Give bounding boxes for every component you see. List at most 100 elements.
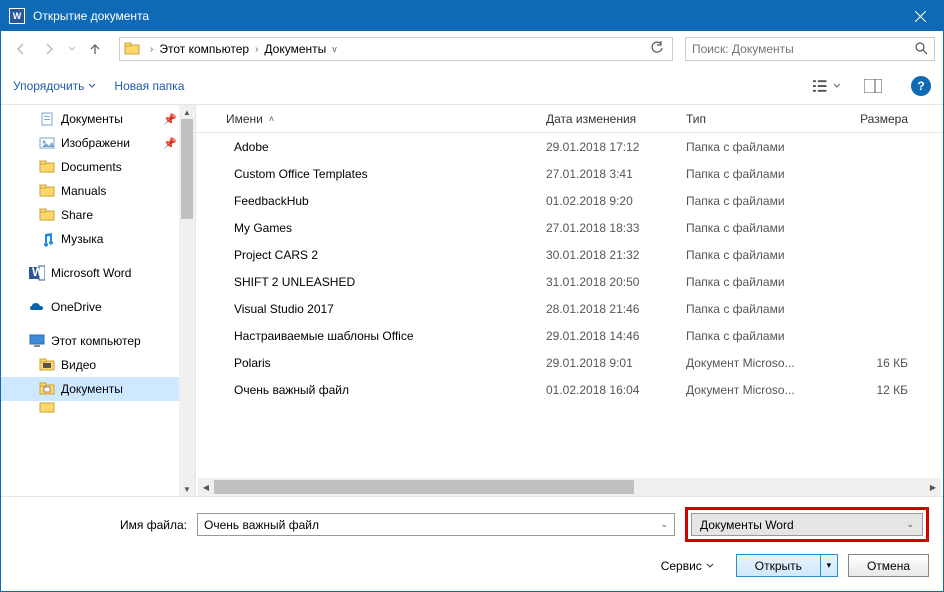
file-type: Папка с файлами [678, 140, 828, 154]
scroll-thumb[interactable] [181, 119, 193, 219]
horizontal-scrollbar[interactable]: ◀ ▶ [198, 478, 941, 496]
file-row[interactable]: FeedbackHub01.02.2018 9:20Папка с файлам… [196, 187, 943, 214]
cancel-button[interactable]: Отмена [848, 554, 929, 577]
scroll-down-icon[interactable]: ▼ [179, 482, 195, 496]
file-date: 01.02.2018 9:20 [538, 194, 678, 208]
forward-button[interactable] [37, 37, 61, 61]
tools-button[interactable]: Сервис [661, 559, 714, 573]
svg-text:W: W [32, 265, 44, 279]
scroll-right-icon[interactable]: ▶ [925, 478, 941, 496]
file-row[interactable]: Настраиваемые шаблоны Office 29.01.2018 1… [196, 322, 943, 349]
navigation-pane: Документы📌Изображени📌DocumentsManualsSha… [1, 105, 196, 496]
column-size[interactable]: Размера [828, 112, 916, 126]
organize-button[interactable]: Упорядочить [13, 79, 96, 93]
filter-highlight: Документы Word ⌄ [685, 507, 929, 542]
arrow-up-icon [87, 41, 103, 57]
chevron-down-icon[interactable]: ⌄ [660, 519, 668, 530]
file-name: My Games [234, 221, 292, 235]
file-date: 29.01.2018 9:01 [538, 356, 678, 370]
open-dropdown[interactable]: ▾ [820, 554, 838, 577]
file-type: Папка с файлами [678, 194, 828, 208]
file-date: 29.01.2018 17:12 [538, 140, 678, 154]
file-type: Папка с файлами [678, 329, 828, 343]
sidebar-documents[interactable]: Документы [1, 377, 195, 401]
sidebar-item[interactable]: Share [1, 203, 195, 227]
sidebar-item[interactable]: Manuals [1, 179, 195, 203]
filetype-filter[interactable]: Документы Word ⌄ [691, 513, 923, 536]
sidebar-item[interactable]: Документы📌 [1, 107, 195, 131]
chevron-down-icon [88, 82, 96, 90]
file-row[interactable]: Custom Office Templates27.01.2018 3:41Па… [196, 160, 943, 187]
search-icon[interactable] [914, 41, 928, 58]
chevron-down-icon [68, 45, 76, 53]
refresh-icon [650, 41, 664, 55]
file-name: Project CARS 2 [234, 248, 318, 262]
file-name: Adobe [234, 140, 269, 154]
column-type[interactable]: Тип [678, 112, 828, 126]
chevron-down-icon [833, 82, 841, 90]
pin-icon: 📌 [163, 113, 177, 126]
chevron-right-icon: › [150, 44, 153, 55]
file-row[interactable]: SHIFT 2 UNLEASHED31.01.2018 20:50Папка с… [196, 268, 943, 295]
sidebar-microsoft-word[interactable]: W Microsoft Word [1, 261, 195, 285]
filename-label: Имя файла: [15, 518, 187, 532]
chevron-down-icon[interactable]: v [332, 44, 337, 54]
sidebar-item[interactable]: Музыка [1, 227, 195, 251]
scroll-thumb[interactable] [214, 480, 634, 494]
file-size: 16 КБ [828, 356, 916, 370]
scroll-left-icon[interactable]: ◀ [198, 478, 214, 496]
preview-pane-button[interactable] [859, 75, 887, 97]
sidebar-item-partial[interactable] [1, 401, 195, 413]
details-view-icon [813, 79, 830, 93]
chevron-down-icon[interactable]: ⌄ [906, 519, 914, 530]
sidebar-this-pc[interactable]: Этот компьютер [1, 329, 195, 353]
file-row[interactable]: Project CARS 230.01.2018 21:32Папка с фа… [196, 241, 943, 268]
toolbar: Упорядочить Новая папка ? [1, 67, 943, 105]
file-type: Документ Microso... [678, 356, 828, 370]
pc-icon [29, 333, 45, 349]
refresh-button[interactable] [646, 41, 668, 58]
folder-icon [39, 401, 55, 413]
filename-combo[interactable]: ⌄ [197, 513, 675, 536]
sidebar-item[interactable]: Изображени📌 [1, 131, 195, 155]
recent-dropdown[interactable] [65, 37, 79, 61]
close-button[interactable] [898, 1, 943, 31]
filename-input[interactable] [204, 518, 660, 532]
file-date: 01.02.2018 16:04 [538, 383, 678, 397]
view-options-button[interactable] [813, 75, 841, 97]
new-folder-button[interactable]: Новая папка [114, 79, 184, 93]
help-button[interactable]: ? [911, 76, 931, 96]
back-button[interactable] [9, 37, 33, 61]
sidebar-item[interactable]: Documents [1, 155, 195, 179]
column-name[interactable]: Имени˄ [218, 112, 538, 126]
sidebar-scrollbar[interactable]: ▲ ▼ [179, 105, 195, 496]
titlebar: W Открытие документа [1, 1, 943, 31]
address-bar[interactable]: › Этот компьютер › Документы v [119, 37, 673, 61]
file-type: Документ Microso... [678, 383, 828, 397]
column-date[interactable]: Дата изменения [538, 112, 678, 126]
file-row[interactable]: WОчень важный файл01.02.2018 16:04Докуме… [196, 376, 943, 403]
search-box[interactable] [685, 37, 935, 61]
file-date: 29.01.2018 14:46 [538, 329, 678, 343]
file-row[interactable]: Visual Studio 201728.01.2018 21:46Папка … [196, 295, 943, 322]
breadcrumb-thispc[interactable]: Этот компьютер [159, 42, 249, 56]
file-row[interactable]: WPolaris29.01.2018 9:01Документ Microso.… [196, 349, 943, 376]
file-row[interactable]: Adobe 29.01.2018 17:12Папка с файлами [196, 133, 943, 160]
file-type: Папка с файлами [678, 167, 828, 181]
file-name: Custom Office Templates [234, 167, 368, 181]
close-icon [915, 11, 926, 22]
open-button[interactable]: Открыть [736, 554, 820, 577]
file-list: Имени˄ Дата изменения Тип Размера Adobe 2… [196, 105, 943, 496]
file-size: 12 КБ [828, 383, 916, 397]
file-date: 27.01.2018 18:33 [538, 221, 678, 235]
search-input[interactable] [692, 42, 914, 56]
breadcrumb-documents[interactable]: Документы [264, 42, 326, 56]
scroll-up-icon[interactable]: ▲ [179, 105, 195, 119]
file-type: Папка с файлами [678, 302, 828, 316]
up-button[interactable] [83, 37, 107, 61]
sidebar-onedrive[interactable]: OneDrive [1, 295, 195, 319]
word-app-icon: W [9, 8, 25, 24]
file-row[interactable]: My Games27.01.2018 18:33Папка с файлами [196, 214, 943, 241]
file-name: Настраиваемые шаблоны Office [234, 329, 414, 343]
sidebar-video[interactable]: Видео [1, 353, 195, 377]
